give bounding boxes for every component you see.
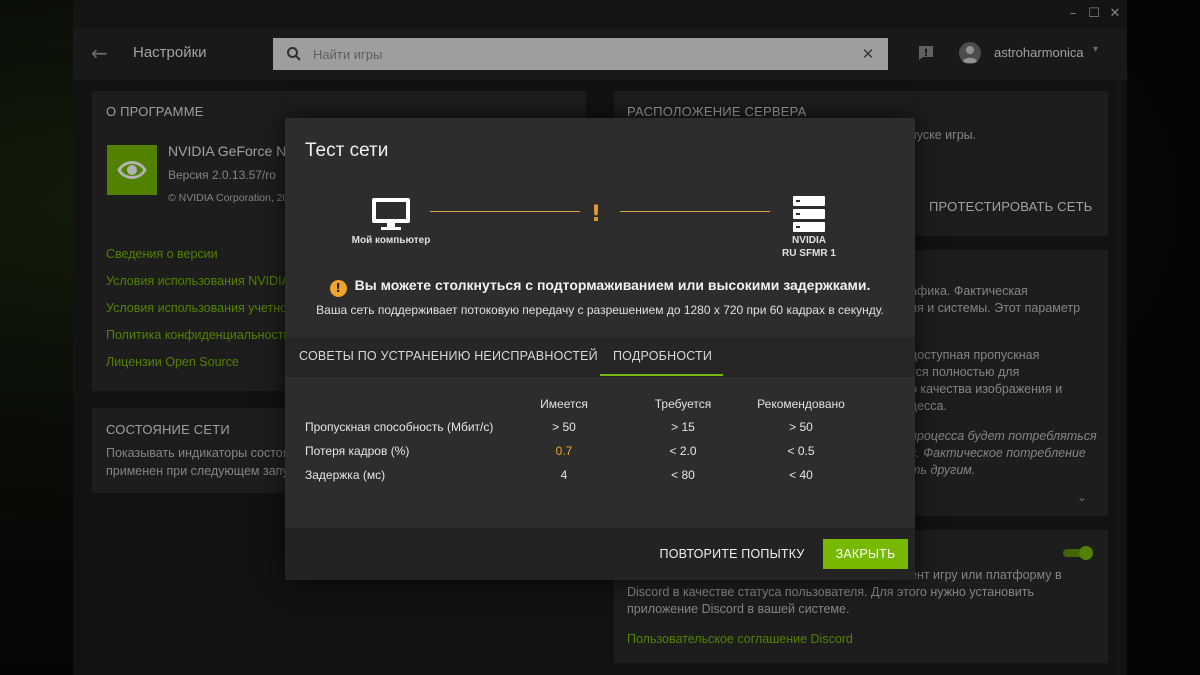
bandwidth-have: > 50 bbox=[552, 420, 576, 434]
warning-text: Вы можете столкнуться с подтормаживанием… bbox=[354, 277, 871, 293]
bandwidth-recommended: > 50 bbox=[789, 420, 813, 434]
avatar[interactable] bbox=[959, 42, 981, 64]
search-input[interactable] bbox=[313, 38, 853, 70]
frame-loss-have: 0.7 bbox=[555, 444, 573, 458]
discord-text-2: Discord в качестве статуса пользователя.… bbox=[627, 585, 1034, 599]
warning-mark: ! bbox=[591, 202, 602, 227]
column-header-recommended: Рекомендовано bbox=[757, 397, 845, 411]
frame-loss-recommended: < 0.5 bbox=[787, 444, 815, 458]
app-name: NVIDIA GeForce N bbox=[168, 143, 287, 159]
warning-message: ! Вы можете столкнуться с подтормаживание… bbox=[285, 277, 915, 297]
link-privacy-policy[interactable]: Политика конфиденциальности bbox=[106, 328, 290, 342]
discord-toggle[interactable] bbox=[1063, 545, 1093, 561]
connection-line-left bbox=[430, 211, 580, 212]
server-name-label: NVIDIA bbox=[792, 235, 826, 246]
test-network-button[interactable]: ПРОТЕСТИРОВАТЬ СЕТЬ bbox=[929, 198, 1093, 215]
chevron-down-icon[interactable]: ▾ bbox=[1093, 44, 1098, 55]
minimize-button[interactable]: – bbox=[1063, 4, 1083, 24]
clear-search-icon[interactable]: ✕ bbox=[858, 44, 878, 64]
close-button[interactable]: ЗАКРЫТЬ bbox=[823, 539, 908, 569]
scrollbar[interactable] bbox=[1113, 80, 1121, 675]
dialog-title: Тест сети bbox=[305, 140, 389, 161]
row-label-bandwidth: Пропускная способность (Мбит/с) bbox=[305, 420, 494, 434]
column-header-have: Имеется bbox=[540, 397, 588, 411]
link-release-notes[interactable]: Сведения о версии bbox=[106, 247, 218, 261]
latency-have: 4 bbox=[560, 468, 568, 482]
network-status-text-1: Показывать индикаторы состоя bbox=[106, 446, 290, 460]
user-icon bbox=[962, 46, 978, 63]
tab-troubleshooting[interactable]: СОВЕТЫ ПО УСТРАНЕНИЮ НЕИСПРАВНОСТЕЙ bbox=[299, 349, 598, 363]
network-status-text-2: применен при следующем запус bbox=[106, 464, 295, 478]
quality-text-9: ть другим. bbox=[910, 463, 976, 477]
feedback-icon[interactable] bbox=[917, 44, 935, 62]
column-header-required: Требуется bbox=[654, 397, 712, 411]
chevron-down-icon[interactable]: ⌄ bbox=[1077, 490, 1087, 504]
retry-button[interactable]: ПОВТОРИТЕ ПОПЫТКУ bbox=[652, 539, 812, 569]
my-computer-label: Мой компьютер bbox=[351, 235, 431, 246]
toggle-knob bbox=[1079, 546, 1093, 560]
link-open-source-licenses[interactable]: Лицензии Open Source bbox=[106, 355, 239, 369]
discord-text-3: приложение Discord в вашей системе. bbox=[627, 602, 850, 616]
frame-loss-required: < 2.0 bbox=[669, 444, 697, 458]
latency-recommended: < 40 bbox=[789, 468, 813, 482]
server-location-title: РАСПОЛОЖЕНИЕ СЕРВЕРА bbox=[627, 104, 807, 119]
header: ← Настройки ✕ astroharmonica ▾ bbox=[73, 28, 1127, 80]
titlebar: – ☐ ✕ bbox=[73, 0, 1127, 28]
copyright: © NVIDIA Corporation, 20 bbox=[168, 192, 289, 204]
dialog-tabs: СОВЕТЫ ПО УСТРАНЕНИЮ НЕИСПРАВНОСТЕЙ ПОДР… bbox=[285, 337, 915, 377]
server-icon bbox=[793, 196, 825, 232]
quality-text-6: цесса. bbox=[910, 399, 947, 413]
network-test-dialog: Тест сети Мой компьютер ! NVIDIA RU SFMR… bbox=[285, 118, 915, 580]
app-version: Версия 2.0.13.57/ro bbox=[168, 168, 276, 182]
dialog-footer: ПОВТОРИТЕ ПОПЫТКУ ЗАКРЫТЬ bbox=[285, 528, 915, 580]
search-icon bbox=[287, 47, 301, 61]
search-bar[interactable]: ✕ bbox=[273, 38, 888, 70]
bandwidth-required: > 15 bbox=[671, 420, 695, 434]
quality-text-2: ия и системы. Этот параметр bbox=[910, 301, 1081, 315]
discord-text-1: ент игру или платформу в bbox=[910, 568, 1062, 582]
link-account-terms[interactable]: Условия использования учетно bbox=[106, 301, 287, 315]
stream-capability-text: Ваша сеть поддерживает потоковую передач… bbox=[316, 303, 884, 317]
quality-text-3: доступная пропускная bbox=[910, 348, 1040, 362]
quality-text-8: с. Фактическое потребление bbox=[910, 446, 1086, 460]
close-window-button[interactable]: ✕ bbox=[1105, 4, 1125, 24]
nvidia-logo-icon bbox=[107, 145, 157, 195]
tab-details[interactable]: ПОДРОБНОСТИ bbox=[613, 349, 712, 363]
quality-text-5: о качества изображения и bbox=[910, 382, 1063, 396]
warning-icon: ! bbox=[329, 280, 347, 297]
latency-required: < 80 bbox=[671, 468, 695, 482]
quality-text-7: процесса будет потребляться bbox=[910, 429, 1097, 443]
discord-terms-link[interactable]: Пользовательское соглашение Discord bbox=[627, 632, 853, 646]
computer-icon bbox=[372, 198, 410, 230]
back-arrow-icon[interactable]: ← bbox=[91, 41, 115, 65]
link-nvidia-terms[interactable]: Условия использования NVIDIA bbox=[106, 274, 290, 288]
active-tab-indicator bbox=[600, 374, 723, 376]
about-panel-title: О ПРОГРАММЕ bbox=[106, 104, 204, 119]
connection-line-right bbox=[620, 211, 770, 212]
username[interactable]: astroharmonica bbox=[994, 45, 1084, 60]
network-status-title: СОСТОЯНИЕ СЕТИ bbox=[106, 422, 230, 437]
quality-text-4: тся полностью для bbox=[910, 365, 1020, 379]
maximize-button[interactable]: ☐ bbox=[1084, 4, 1104, 24]
quality-text-1: афика. Фактическая bbox=[910, 284, 1028, 298]
row-label-latency: Задержка (мс) bbox=[305, 468, 386, 482]
server-region-label: RU SFMR 1 bbox=[782, 248, 836, 259]
server-location-text: пуске игры. bbox=[910, 128, 977, 142]
row-label-frame-loss: Потеря кадров (%) bbox=[305, 444, 410, 458]
page-title: Настройки bbox=[133, 44, 207, 61]
